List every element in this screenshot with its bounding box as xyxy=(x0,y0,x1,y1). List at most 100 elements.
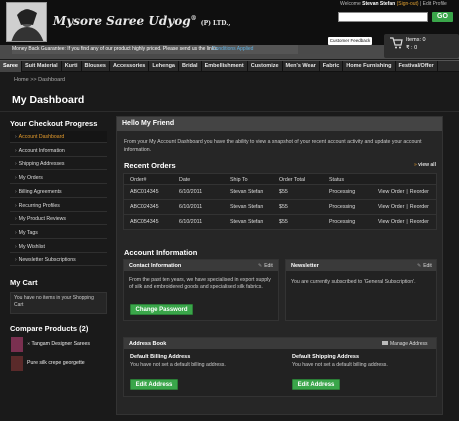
view-order-link[interactable]: View Order xyxy=(378,189,404,195)
my-cart-title: My Cart xyxy=(10,278,38,287)
table-row: ABC024345 6/10/2011 Stevan Stefan $55 Proces… xyxy=(123,200,437,215)
newsletter-text: You are currently subscribed to 'General… xyxy=(291,279,416,285)
cell-date: 6/10/2011 xyxy=(179,204,203,210)
address-card-icon xyxy=(382,341,388,345)
sidebar-item-shipping-addresses[interactable]: Shipping Addresses xyxy=(10,158,107,171)
go-button[interactable]: GO xyxy=(432,12,453,22)
breadcrumb-home[interactable]: Home xyxy=(14,77,29,83)
intro-text: From your My Account Dashboard you have … xyxy=(124,139,422,153)
view-order-link[interactable]: View Order xyxy=(378,204,404,210)
reorder-link[interactable]: Reorder xyxy=(410,219,429,225)
order-actions: View Order | Reorder xyxy=(377,204,430,210)
separator: | xyxy=(406,189,408,195)
separator: | xyxy=(406,204,408,210)
brand-name[interactable]: Mysore Saree Udyog® (P) LTD., xyxy=(53,14,230,28)
reorder-link[interactable]: Reorder xyxy=(410,189,429,195)
cell-date: 6/10/2011 xyxy=(179,189,203,195)
customer-feedback-button[interactable]: Customer Feedback xyxy=(328,37,372,45)
nav-item-home-furnishing[interactable]: Home Furnishing xyxy=(343,61,396,72)
user-name: Stevan Stefan xyxy=(362,1,396,7)
main-nav: Saree Suit Material Kurti Blouses Accessorie… xyxy=(0,60,459,72)
nav-item-bridal[interactable]: Bridal xyxy=(179,61,202,72)
cell-ship-to: Stevan Stefan xyxy=(230,204,264,210)
brand-title: Mysore Saree Udyog xyxy=(53,14,191,28)
cell-id: ABC014345 xyxy=(130,189,159,195)
nav-item-embellishment[interactable]: Embellishment xyxy=(202,61,248,72)
default-billing-title: Default Billing Address xyxy=(130,354,191,360)
column-header: Order# xyxy=(130,177,147,183)
compare-item[interactable]: Pure silk crepe georgette xyxy=(10,356,110,372)
change-password-button[interactable]: Change Password xyxy=(130,304,193,315)
cart-total: ₹ : 0 xyxy=(406,45,418,51)
reorder-link[interactable]: Reorder xyxy=(410,204,429,210)
recent-orders-title: Recent Orders xyxy=(124,161,176,170)
nav-item-suit-material[interactable]: Suit Material xyxy=(22,61,62,72)
edit-profile-link[interactable]: Edit Profile xyxy=(423,1,447,7)
cell-status: Processing xyxy=(329,189,356,195)
contact-edit-link[interactable]: Edit xyxy=(258,263,273,269)
nav-item-festival-offer[interactable]: Festival/Offer xyxy=(396,61,438,72)
nav-item-saree[interactable]: Saree xyxy=(0,61,22,72)
nav-item-men-s-wear[interactable]: Men's Wear xyxy=(283,61,320,72)
cell-status: Processing xyxy=(329,204,356,210)
nav-item-accessories[interactable]: Accessories xyxy=(110,61,150,72)
cell-id: ABC054345 xyxy=(130,219,159,225)
product-thumbnail xyxy=(11,337,23,352)
cell-ship-to: Stevan Stefan xyxy=(230,189,264,195)
sidebar-item-my-product-reviews[interactable]: My Product Reviews xyxy=(10,213,107,226)
conditions-link[interactable]: Conditions Applied xyxy=(212,45,253,54)
nav-item-lehenga[interactable]: Lehenga xyxy=(149,61,179,72)
sidebar-item-billing-agreements[interactable]: Billing Agreements xyxy=(10,186,107,198)
manage-address-link[interactable]: Manage Address xyxy=(382,341,428,347)
cell-status: Processing xyxy=(329,219,356,225)
nav-item-kurti[interactable]: Kurti xyxy=(62,61,82,72)
sign-out-link[interactable]: (Sign-out) xyxy=(397,1,419,7)
sidebar-item-account-information[interactable]: Account Information xyxy=(10,145,107,157)
breadcrumb-current: Dashboard xyxy=(38,77,66,83)
order-actions: View Order | Reorder xyxy=(377,189,430,195)
default-shipping-text: You have not set a default billing addre… xyxy=(292,362,388,368)
default-shipping-title: Default Shipping Address xyxy=(292,354,360,360)
woman-portrait-icon xyxy=(7,3,46,41)
edit-shipping-address-button[interactable]: Edit Address xyxy=(292,379,340,390)
account-information-title: Account Information xyxy=(124,248,198,257)
shopping-cart-icon xyxy=(390,37,403,49)
sidebar-item-my-wishlist[interactable]: My Wishlist xyxy=(10,241,107,253)
edit-billing-address-button[interactable]: Edit Address xyxy=(130,379,178,390)
column-header: Date xyxy=(179,177,191,183)
compare-item-label: Pure silk crepe georgette xyxy=(27,360,85,366)
nav-item-fabric[interactable]: Fabric xyxy=(320,61,344,72)
newsletter-title: Newsletter xyxy=(291,263,319,269)
column-header: Order Total xyxy=(279,177,306,183)
sidebar-item-newsletter-subscriptions[interactable]: Newsletter Subscriptions xyxy=(10,254,107,267)
sidebar-item-account-dashboard[interactable]: Account Dashboard xyxy=(10,131,107,143)
sidebar-item-recurring-profiles[interactable]: Recurring Profiles xyxy=(10,200,107,212)
search-input[interactable] xyxy=(338,12,428,22)
orders-table-header: Order# Date Ship To Order Total Status xyxy=(123,173,437,185)
cell-date: 6/10/2011 xyxy=(179,219,203,225)
page-title: My Dashboard xyxy=(12,94,85,106)
newsletter-edit-link[interactable]: Edit xyxy=(417,263,432,269)
nav-item-blouses[interactable]: Blouses xyxy=(82,61,110,72)
separator: | xyxy=(406,219,408,225)
cell-id: ABC024345 xyxy=(130,204,159,210)
column-header: Status xyxy=(329,177,345,183)
breadcrumb-separator: >> xyxy=(30,77,37,83)
welcome-bar: Welcome Stevan Stefan (Sign-out) | Edit … xyxy=(340,1,447,7)
sidebar-item-my-tags[interactable]: My Tags xyxy=(10,227,107,239)
compare-item[interactable]: ✕ Tangam Designer Sarees xyxy=(10,337,110,353)
separator: | xyxy=(419,1,422,7)
sidebar-item-my-orders[interactable]: My Orders xyxy=(10,172,107,185)
manage-address-label: Manage Address xyxy=(390,341,428,347)
order-actions: View Order | Reorder xyxy=(377,219,430,225)
nav-item-customize[interactable]: Customize xyxy=(248,61,283,72)
logo-image[interactable] xyxy=(6,2,47,42)
guarantee-message: Money Back Guarantee: If you find any of… xyxy=(12,46,219,52)
contact-title: Contact Information xyxy=(129,263,182,269)
view-all-link[interactable]: » view all xyxy=(414,162,436,168)
brand-suffix: (P) LTD., xyxy=(200,20,231,27)
cart-empty-message: You have no items in your Shopping Cart xyxy=(10,292,107,314)
table-row: ABC014345 6/10/2011 Stevan Stefan $55 Proces… xyxy=(123,185,437,200)
view-order-link[interactable]: View Order xyxy=(378,219,404,225)
default-billing-text: You have not set a default billing addre… xyxy=(130,362,226,368)
